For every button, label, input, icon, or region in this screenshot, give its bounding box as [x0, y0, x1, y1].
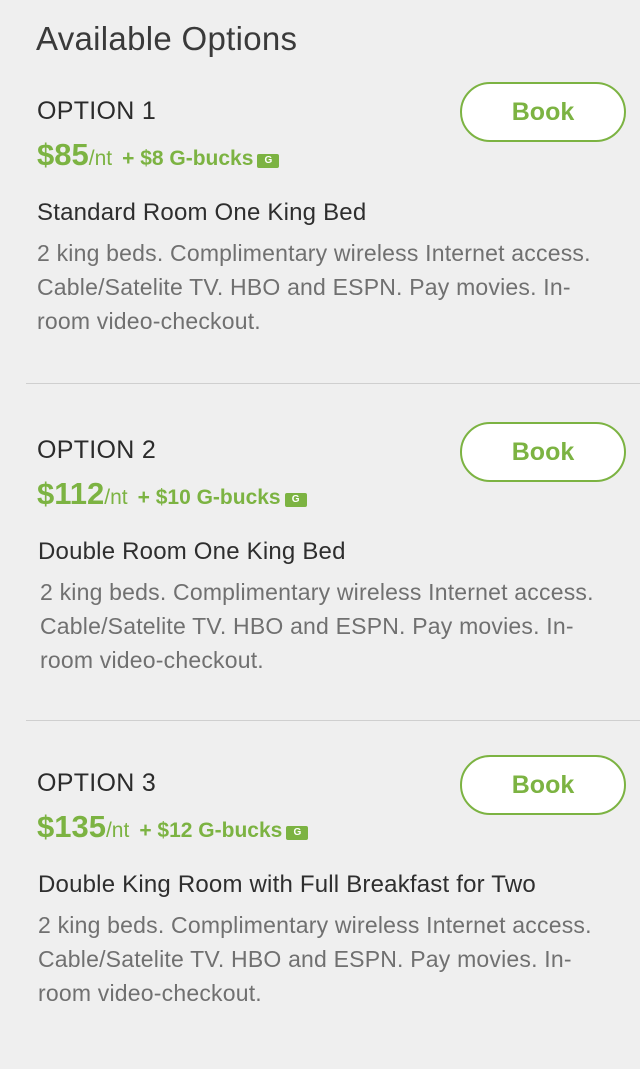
per-night-label: /nt — [88, 147, 113, 170]
price-row: $135/nt + $12 G-bucks G — [37, 809, 309, 845]
room-description: 2 king beds. Complimentary wireless Inte… — [37, 240, 591, 334]
book-button[interactable]: Book — [460, 755, 626, 815]
price: $112 — [37, 476, 105, 511]
g-bucks-icon: G — [257, 154, 280, 168]
book-button[interactable]: Book — [460, 422, 626, 482]
gbucks-label: + $10 G-bucks — [137, 486, 281, 509]
divider — [26, 383, 640, 384]
page-title: Available Options — [36, 20, 298, 57]
price: $135 — [37, 809, 106, 844]
divider — [26, 720, 640, 721]
price: $85 — [37, 137, 89, 172]
g-bucks-icon: G — [284, 493, 307, 507]
per-night-label: /nt — [105, 819, 130, 842]
room-name: Double King Room with Full Breakfast for… — [38, 871, 536, 898]
gbucks-label: + $8 G-bucks — [122, 147, 254, 170]
option-label: OPTION 3 — [37, 769, 157, 797]
book-button[interactable]: Book — [460, 82, 626, 142]
room-name: Standard Room One King Bed — [37, 199, 367, 226]
room-name: Double Room One King Bed — [38, 538, 346, 565]
room-description: 2 king beds. Complimentary wireless Inte… — [40, 579, 594, 673]
gbucks-label: + $12 G-bucks — [139, 819, 283, 842]
price-row: $112/nt + $10 G-bucks G — [37, 476, 307, 512]
option-label: OPTION 2 — [37, 436, 157, 464]
option-label: OPTION 1 — [37, 97, 157, 125]
g-bucks-icon: G — [286, 826, 309, 840]
per-night-label: /nt — [104, 486, 128, 509]
room-description: 2 king beds. Complimentary wireless Inte… — [38, 912, 592, 1006]
price-row: $85/nt + $8 G-bucks G — [37, 137, 280, 173]
